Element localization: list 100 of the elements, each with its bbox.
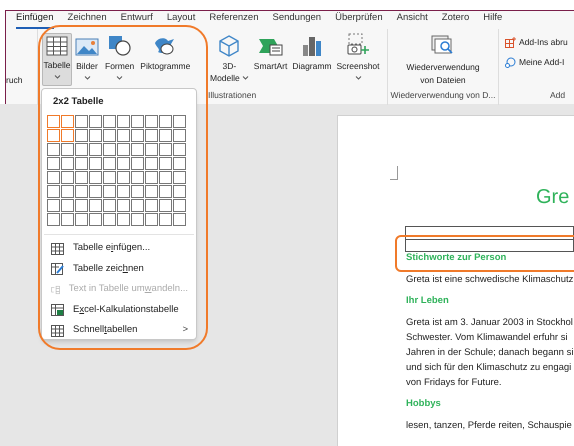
- grid-cell[interactable]: [103, 199, 116, 212]
- grid-cell[interactable]: [61, 199, 74, 212]
- grid-cell[interactable]: [117, 157, 130, 170]
- grid-cell[interactable]: [47, 157, 60, 170]
- grid-cell[interactable]: [103, 115, 116, 128]
- ribbon-button[interactable]: Formen: [102, 33, 138, 86]
- ribbon-button[interactable]: Piktogramme: [137, 33, 194, 86]
- grid-cell[interactable]: [75, 143, 88, 156]
- ribbon-tab[interactable]: Sendungen: [272, 11, 322, 30]
- grid-cell[interactable]: [103, 143, 116, 156]
- grid-cell[interactable]: [145, 171, 158, 184]
- grid-cell[interactable]: [173, 129, 186, 142]
- grid-cell[interactable]: [89, 185, 102, 198]
- grid-cell[interactable]: [61, 143, 74, 156]
- grid-cell[interactable]: [131, 213, 144, 226]
- grid-cell[interactable]: [89, 199, 102, 212]
- grid-cell[interactable]: [47, 115, 60, 128]
- grid-cell[interactable]: [159, 171, 172, 184]
- menu-item[interactable]: Excel-Kalkulationstabelle: [42, 300, 196, 320]
- grid-cell[interactable]: [61, 171, 74, 184]
- addin-button[interactable]: Meine Add-I: [505, 56, 574, 69]
- grid-cell[interactable]: [145, 199, 158, 212]
- grid-cell[interactable]: [47, 129, 60, 142]
- table-button[interactable]: Tabelle: [42, 33, 72, 86]
- grid-cell[interactable]: [117, 213, 130, 226]
- ribbon-button[interactable]: Screenshot: [334, 33, 382, 90]
- grid-cell[interactable]: [145, 157, 158, 170]
- grid-cell[interactable]: [75, 185, 88, 198]
- grid-cell[interactable]: [173, 143, 186, 156]
- grid-cell[interactable]: [159, 129, 172, 142]
- grid-cell[interactable]: [131, 157, 144, 170]
- grid-cell[interactable]: [159, 157, 172, 170]
- grid-cell[interactable]: [117, 143, 130, 156]
- ribbon-tab[interactable]: Zeichnen: [68, 11, 107, 30]
- grid-cell[interactable]: [75, 115, 88, 128]
- ribbon-tab[interactable]: Entwurf: [120, 11, 153, 30]
- grid-cell[interactable]: [117, 185, 130, 198]
- ribbon-tab[interactable]: Layout: [166, 11, 196, 30]
- grid-cell[interactable]: [117, 115, 130, 128]
- grid-cell[interactable]: [173, 115, 186, 128]
- grid-cell[interactable]: [47, 143, 60, 156]
- grid-cell[interactable]: [89, 129, 102, 142]
- ribbon-tab[interactable]: Überprüfen: [335, 11, 383, 30]
- grid-cell[interactable]: [103, 129, 116, 142]
- menu-item[interactable]: Schnelltabellen >: [42, 320, 196, 341]
- grid-cell[interactable]: [47, 213, 60, 226]
- grid-cell[interactable]: [145, 213, 158, 226]
- ribbon-tab[interactable]: Ansicht: [396, 11, 428, 30]
- grid-cell[interactable]: [75, 199, 88, 212]
- grid-cell[interactable]: [117, 129, 130, 142]
- grid-cell[interactable]: [103, 171, 116, 184]
- grid-cell[interactable]: [173, 213, 186, 226]
- grid-cell[interactable]: [103, 185, 116, 198]
- grid-cell[interactable]: [145, 129, 158, 142]
- grid-cell[interactable]: [131, 115, 144, 128]
- grid-cell[interactable]: [61, 185, 74, 198]
- grid-cell[interactable]: [75, 171, 88, 184]
- grid-cell[interactable]: [131, 199, 144, 212]
- grid-cell[interactable]: [173, 157, 186, 170]
- grid-cell[interactable]: [131, 171, 144, 184]
- grid-cell[interactable]: [145, 185, 158, 198]
- ribbon-button[interactable]: 3D-Modelle: [208, 33, 251, 90]
- grid-cell[interactable]: [117, 199, 130, 212]
- grid-cell[interactable]: [103, 157, 116, 170]
- ribbon-button[interactable]: Diagramm: [290, 33, 334, 90]
- ribbon-tab[interactable]: Zotero: [442, 11, 470, 30]
- grid-cell[interactable]: [61, 157, 74, 170]
- grid-cell[interactable]: [145, 115, 158, 128]
- grid-cell[interactable]: [61, 115, 74, 128]
- grid-cell[interactable]: [47, 185, 60, 198]
- grid-cell[interactable]: [159, 213, 172, 226]
- grid-cell[interactable]: [47, 171, 60, 184]
- grid-cell[interactable]: [47, 199, 60, 212]
- grid-cell[interactable]: [89, 213, 102, 226]
- ribbon-tab[interactable]: Referenzen: [209, 11, 258, 30]
- grid-cell[interactable]: [89, 115, 102, 128]
- grid-cell[interactable]: [103, 213, 116, 226]
- ribbon-button[interactable]: SmartArt: [252, 33, 290, 90]
- grid-cell[interactable]: [173, 171, 186, 184]
- grid-cell[interactable]: [159, 143, 172, 156]
- grid-cell[interactable]: [131, 185, 144, 198]
- grid-cell[interactable]: [89, 157, 102, 170]
- menu-item[interactable]: Tabelle einfügen...: [42, 238, 196, 259]
- grid-cell[interactable]: [145, 143, 158, 156]
- ribbon-tab[interactable]: Einfügen: [16, 11, 54, 30]
- grid-cell[interactable]: [61, 129, 74, 142]
- ribbon-tab[interactable]: Hilfe: [483, 11, 502, 30]
- grid-cell[interactable]: [159, 115, 172, 128]
- addin-button[interactable]: Add-Ins abru: [505, 36, 574, 49]
- grid-cell[interactable]: [117, 171, 130, 184]
- grid-cell[interactable]: [89, 171, 102, 184]
- grid-cell[interactable]: [89, 143, 102, 156]
- grid-cell[interactable]: [173, 199, 186, 212]
- grid-cell[interactable]: [131, 143, 144, 156]
- grid-cell[interactable]: [75, 157, 88, 170]
- grid-cell[interactable]: [131, 129, 144, 142]
- menu-item[interactable]: Tabelle zeichnen: [42, 258, 196, 280]
- grid-cell[interactable]: [159, 185, 172, 198]
- grid-cell[interactable]: [159, 199, 172, 212]
- reuse-files-button[interactable]: Wiederverwendung von Dateien: [406, 29, 480, 88]
